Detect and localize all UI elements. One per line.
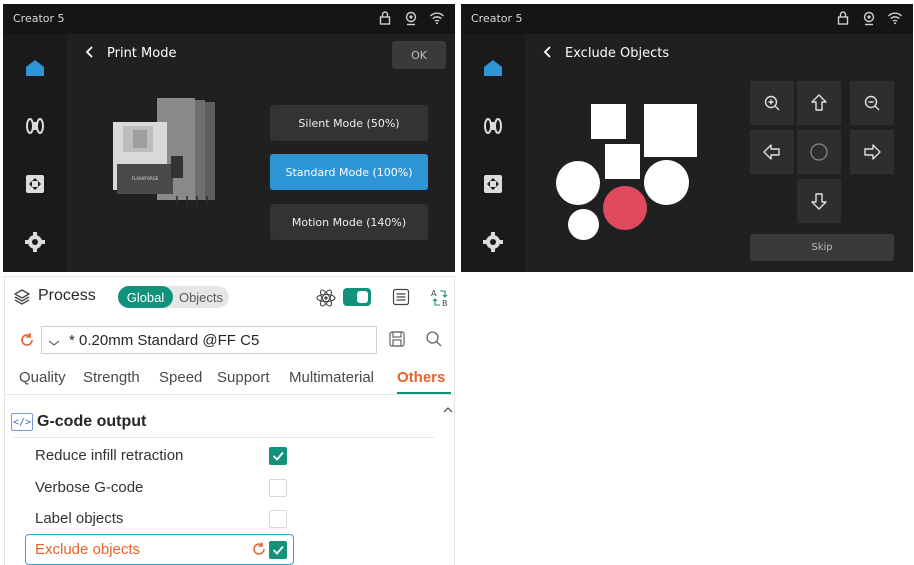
gcode-icon: </> [11, 413, 33, 431]
back-chevron-icon[interactable] [541, 44, 555, 60]
save-icon[interactable] [387, 329, 407, 354]
standard-mode-button[interactable]: Standard Mode (100%) [270, 154, 428, 190]
arrow-left-icon [763, 144, 780, 160]
object-square-large[interactable] [644, 104, 697, 157]
preset-row: * 0.20mm Standard @FF C5 [5, 325, 454, 355]
sidebar [461, 34, 525, 272]
preset-dropdown[interactable]: * 0.20mm Standard @FF C5 [41, 326, 377, 354]
silent-mode-button[interactable]: Silent Mode (50%) [270, 105, 428, 141]
arrow-down-icon [811, 193, 827, 210]
move-right-button[interactable] [850, 130, 894, 174]
exclude-objects-screen: Creator 5 Exclude Objects Skip [461, 4, 913, 272]
reset-icon[interactable] [17, 330, 37, 355]
printer-logo: FLASHFORGE [132, 176, 159, 181]
checkbox-verbose-gcode[interactable] [269, 479, 287, 497]
tab-others[interactable]: Others [397, 369, 445, 386]
spool-icon[interactable] [23, 114, 47, 138]
group-title: G-code output [37, 413, 147, 430]
svg-text:B: B [442, 299, 448, 308]
advanced-toggle[interactable] [343, 288, 371, 311]
move-left-button[interactable] [750, 130, 794, 174]
ok-button[interactable]: OK [392, 41, 446, 69]
checkbox-reduce-infill-retraction[interactable] [269, 447, 287, 465]
settings-icon[interactable] [481, 230, 505, 254]
option-label-reduce-infill-retraction: Reduce infill retraction [35, 447, 184, 464]
preset-name: * 0.20mm Standard @FF C5 [69, 332, 260, 349]
lock-icon [377, 10, 393, 26]
layers-icon [13, 288, 31, 306]
move-up-button[interactable] [797, 81, 841, 125]
tab-strength[interactable]: Strength [83, 369, 140, 386]
chevron-down-icon [48, 335, 60, 346]
tab-multimaterial[interactable]: Multimaterial [289, 369, 374, 386]
scroll-up-icon[interactable] [443, 402, 453, 413]
checkbox-exclude-objects[interactable] [269, 541, 287, 559]
center-icon [810, 143, 828, 161]
compare-list-icon[interactable] [391, 287, 411, 312]
page-title: Print Mode [107, 46, 177, 61]
option-label-exclude-objects: Exclude objects [35, 541, 141, 558]
page-title: Exclude Objects [565, 46, 670, 61]
lock-icon [835, 10, 851, 26]
tab-support[interactable]: Support [217, 369, 270, 386]
settings-icon[interactable] [23, 230, 47, 254]
zoom-out-button[interactable] [850, 81, 894, 125]
object-circle-right[interactable] [644, 160, 689, 205]
back-chevron-icon[interactable] [83, 44, 97, 60]
process-header: Process Global Objects AB [5, 277, 454, 317]
wifi-icon [429, 10, 445, 26]
arrow-right-icon [864, 144, 881, 160]
tab-speed[interactable]: Speed [159, 369, 202, 386]
svg-text:A: A [431, 289, 437, 298]
printer-illustration: FLASHFORGE [107, 96, 227, 211]
zoom-in-icon [764, 95, 780, 111]
sidebar [3, 34, 67, 272]
active-tab-indicator [397, 392, 451, 394]
home-icon[interactable] [23, 56, 47, 80]
tab-quality[interactable]: Quality [19, 369, 66, 386]
process-title: Process [38, 287, 96, 304]
status-title: Creator 5 [471, 12, 523, 25]
status-bar: Creator 5 [3, 4, 455, 34]
zoom-in-button[interactable] [750, 81, 794, 125]
spool-icon[interactable] [481, 114, 505, 138]
status-title: Creator 5 [13, 12, 65, 25]
advanced-atom-icon[interactable] [315, 287, 337, 314]
print-mode-screen: Creator 5 Print Mode OK FLASHFORGE Silen… [3, 4, 455, 272]
settings-tabs: Quality Strength Speed Support Multimate… [5, 367, 454, 395]
process-panel: Process Global Objects AB * 0.20mm Stand… [4, 276, 455, 565]
center-button[interactable] [797, 130, 841, 174]
global-option[interactable]: Global [118, 286, 173, 308]
move-down-button[interactable] [797, 179, 841, 223]
object-circle-small[interactable] [568, 209, 599, 240]
wifi-icon [887, 10, 903, 26]
divider [13, 437, 435, 438]
skip-button[interactable]: Skip [750, 234, 894, 261]
home-icon[interactable] [481, 56, 505, 80]
object-circle-left[interactable] [556, 161, 600, 205]
camera-icon [861, 10, 877, 26]
objects-option[interactable]: Objects [173, 286, 229, 308]
arrow-up-icon [811, 94, 827, 111]
global-objects-toggle[interactable]: Global Objects [118, 286, 229, 308]
checkbox-label-objects[interactable] [269, 510, 287, 528]
object-square-center[interactable] [605, 144, 640, 179]
option-label-verbose-gcode: Verbose G-code [35, 479, 144, 496]
object-circle-excluded[interactable] [603, 186, 647, 230]
camera-icon [403, 10, 419, 26]
zoom-out-icon [864, 95, 880, 111]
reset-icon[interactable] [250, 540, 268, 563]
object-square-small[interactable] [591, 104, 626, 139]
search-icon[interactable] [424, 329, 444, 354]
status-bar: Creator 5 [461, 4, 913, 34]
calibrate-icon[interactable] [481, 172, 505, 196]
motion-mode-button[interactable]: Motion Mode (140%) [270, 204, 428, 240]
swap-ab-icon[interactable]: AB [429, 287, 451, 314]
option-label-label-objects: Label objects [35, 510, 124, 527]
calibrate-icon[interactable] [23, 172, 47, 196]
